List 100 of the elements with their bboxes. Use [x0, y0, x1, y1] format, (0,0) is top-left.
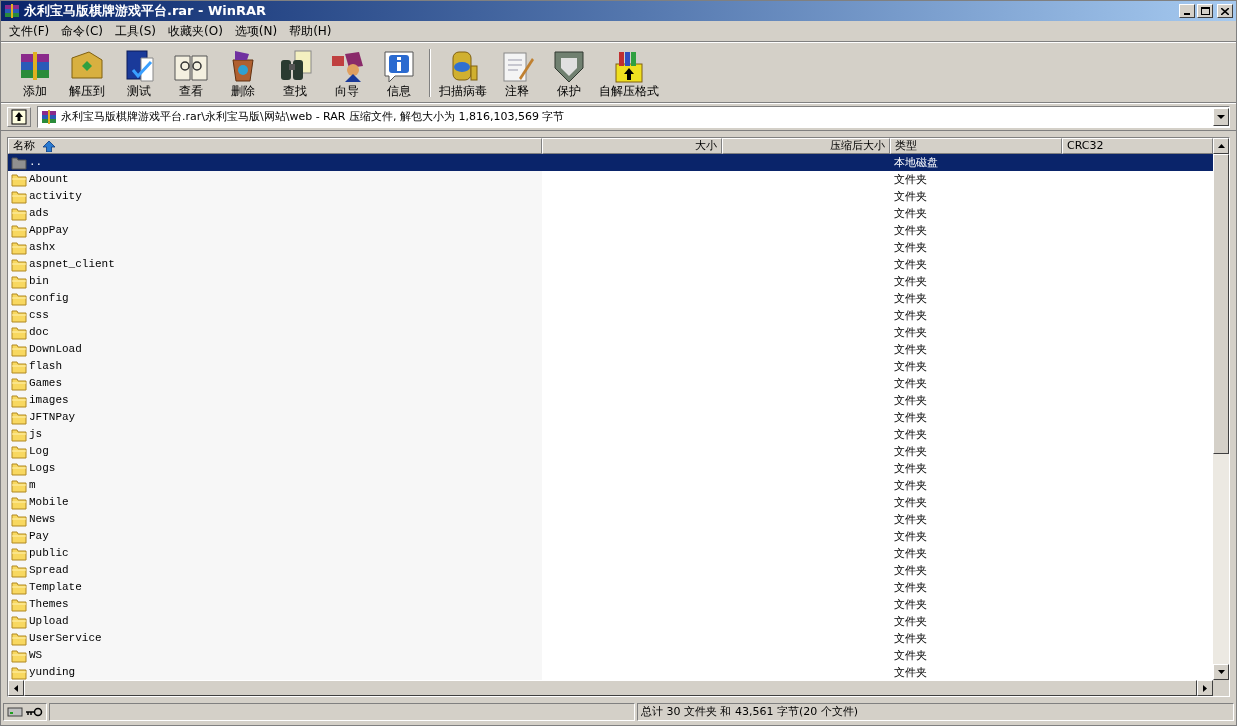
file-row[interactable]: UserService 文件夹 — [8, 630, 1213, 647]
file-type: 文件夹 — [894, 190, 927, 204]
file-type: 文件夹 — [894, 632, 927, 646]
file-row[interactable]: Spread 文件夹 — [8, 562, 1213, 579]
scrollbar-corner — [1213, 680, 1229, 696]
file-row[interactable]: DownLoad 文件夹 — [8, 341, 1213, 358]
file-name: activity — [29, 189, 82, 205]
file-name: flash — [29, 359, 62, 375]
file-name: doc — [29, 325, 49, 341]
menu-item[interactable]: 工具(S) — [109, 22, 162, 40]
toolbar-button[interactable]: 注释 — [491, 44, 543, 101]
folder-icon — [11, 376, 27, 391]
file-name: Games — [29, 376, 62, 392]
file-row[interactable]: WS 文件夹 — [8, 647, 1213, 664]
file-row[interactable]: ads 文件夹 — [8, 205, 1213, 222]
file-row[interactable]: Logs 文件夹 — [8, 460, 1213, 477]
file-row[interactable]: m 文件夹 — [8, 477, 1213, 494]
file-name: News — [29, 512, 56, 528]
file-type: 文件夹 — [894, 224, 927, 238]
file-type: 文件夹 — [894, 343, 927, 357]
scroll-left-button[interactable] — [8, 680, 24, 696]
file-type: 文件夹 — [894, 496, 927, 510]
file-row[interactable]: bin 文件夹 — [8, 273, 1213, 290]
folder-icon — [11, 257, 27, 272]
file-row[interactable]: css 文件夹 — [8, 307, 1213, 324]
toolbar-button[interactable]: 查看 — [165, 44, 217, 101]
file-row[interactable]: js 文件夹 — [8, 426, 1213, 443]
file-row[interactable]: JFTNPay 文件夹 — [8, 409, 1213, 426]
scroll-down-button[interactable] — [1213, 664, 1229, 680]
file-row[interactable]: Template 文件夹 — [8, 579, 1213, 596]
folder-icon — [11, 529, 27, 544]
folder-icon — [11, 580, 27, 595]
dropdown-button[interactable] — [1213, 108, 1229, 126]
toolbar-button[interactable]: 查找 — [269, 44, 321, 101]
column-header[interactable]: CRC32 — [1062, 138, 1213, 154]
toolbar-button[interactable]: 保护 — [543, 44, 595, 101]
file-row[interactable]: flash 文件夹 — [8, 358, 1213, 375]
file-row[interactable]: public 文件夹 — [8, 545, 1213, 562]
toolbar-button[interactable]: 扫描病毒 — [435, 44, 491, 101]
archive-books-icon — [4, 3, 20, 19]
up-triangle-icon — [1217, 144, 1225, 148]
file-row[interactable]: Log 文件夹 — [8, 443, 1213, 460]
folder-icon — [11, 342, 27, 357]
file-type: 文件夹 — [894, 530, 927, 544]
scroll-right-button[interactable] — [1197, 680, 1213, 696]
file-row[interactable]: Games 文件夹 — [8, 375, 1213, 392]
scroll-up-button[interactable] — [1213, 138, 1229, 154]
minimize-button[interactable] — [1179, 4, 1195, 18]
file-name: Mobile — [29, 495, 69, 511]
menu-item[interactable]: 文件(F) — [3, 22, 56, 40]
file-name: ads — [29, 206, 49, 222]
file-row[interactable]: ashx 文件夹 — [8, 239, 1213, 256]
file-type: 文件夹 — [894, 462, 927, 476]
file-type: 文件夹 — [894, 445, 927, 459]
scroll-thumb[interactable] — [1213, 154, 1229, 454]
vertical-scrollbar[interactable] — [1213, 138, 1229, 680]
file-name: UserService — [29, 631, 102, 647]
file-row[interactable]: config 文件夹 — [8, 290, 1213, 307]
file-row[interactable]: doc 文件夹 — [8, 324, 1213, 341]
folder-icon — [11, 393, 27, 408]
folder-icon — [11, 359, 27, 374]
folder-icon — [11, 512, 27, 527]
toolbar-button[interactable]: 删除 — [217, 44, 269, 101]
sort-up-arrow-icon — [43, 140, 55, 152]
toolbar-button[interactable]: 向导 — [321, 44, 373, 101]
file-row[interactable]: Mobile 文件夹 — [8, 494, 1213, 511]
file-row[interactable]: Themes 文件夹 — [8, 596, 1213, 613]
toolbar-button[interactable]: 自解压格式 — [595, 44, 663, 101]
file-row[interactable]: AppPay 文件夹 — [8, 222, 1213, 239]
file-row[interactable]: .. 本地磁盘 — [8, 154, 1213, 171]
file-name: Pay — [29, 529, 49, 545]
file-row[interactable]: Pay 文件夹 — [8, 528, 1213, 545]
column-header[interactable]: 类型 — [890, 138, 1062, 154]
toolbar-button[interactable]: 解压到 — [61, 44, 113, 101]
menu-item[interactable]: 帮助(H) — [283, 22, 338, 40]
file-row[interactable]: yunding 文件夹 — [8, 664, 1213, 680]
file-row[interactable]: News 文件夹 — [8, 511, 1213, 528]
toolbar-button[interactable]: 测试 — [113, 44, 165, 101]
menu-item[interactable]: 选项(N) — [228, 22, 284, 40]
file-name: Abount — [29, 172, 69, 188]
maximize-button[interactable] — [1197, 4, 1213, 18]
toolbar-button[interactable]: 添加 — [9, 44, 61, 101]
address-field[interactable]: 永利宝马版棋牌游戏平台.rar\永利宝马版\网站\web - RAR 压缩文件, 解包大小为 1,816,103,569 字节 — [37, 106, 1230, 128]
file-row[interactable]: aspnet_client 文件夹 — [8, 256, 1213, 273]
close-button[interactable] — [1217, 4, 1233, 18]
menu-item[interactable]: 命令(C) — [55, 22, 109, 40]
menu-item[interactable]: 收藏夹(O) — [162, 22, 229, 40]
column-header[interactable]: 大小 — [542, 138, 722, 154]
toolbar-button[interactable]: 信息 — [373, 44, 425, 101]
column-header[interactable]: 压缩后大小 — [722, 138, 890, 154]
file-row[interactable]: images 文件夹 — [8, 392, 1213, 409]
file-row[interactable]: Abount 文件夹 — [8, 171, 1213, 188]
file-type: 文件夹 — [894, 292, 927, 306]
folder-icon — [11, 665, 27, 680]
file-row[interactable]: activity 文件夹 — [8, 188, 1213, 205]
up-folder-button[interactable] — [7, 107, 31, 127]
key-icon[interactable] — [25, 706, 43, 718]
file-row[interactable]: Upload 文件夹 — [8, 613, 1213, 630]
column-header[interactable]: 名称 — [8, 138, 542, 154]
file-type: 文件夹 — [894, 241, 927, 255]
